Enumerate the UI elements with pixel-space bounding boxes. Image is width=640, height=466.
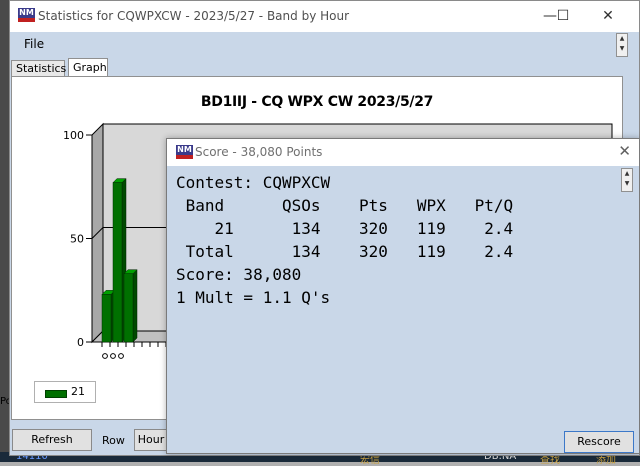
menu-bar: File ▲ ▼ [10, 32, 639, 57]
chart-legend: 21 [34, 381, 96, 403]
score-titlebar[interactable]: NM Score - 38,080 Points ✕ [167, 139, 639, 166]
bar-side-2 [132, 269, 138, 343]
refresh-button[interactable]: Refresh [12, 429, 92, 451]
app-logo-icon: NM [18, 8, 35, 22]
close-button[interactable]: ✕ [593, 5, 623, 27]
score-summary: Contest: CQWPXCW Band QSOs Pts WPX Pt/Q … [176, 171, 513, 309]
maximize-button[interactable]: ☐ [548, 5, 578, 27]
legend-swatch-21 [45, 390, 67, 398]
y-tick-label-0: 0 [77, 336, 84, 349]
score-window-title: Score - 38,080 Points [195, 145, 323, 159]
bar-2 [123, 273, 134, 343]
statistics-titlebar[interactable]: NM Statistics for CQWPXCW - 2023/5/27 - … [10, 1, 639, 32]
menu-scroll-spinner[interactable]: ▲ ▼ [616, 33, 628, 57]
score-row-total: Total 134 320 119 2.4 [176, 242, 514, 261]
score-app-logo-icon: NM [176, 145, 193, 159]
score-window: NM Score - 38,080 Points ✕ ▲ ▼ Contest: C… [166, 138, 640, 454]
x-tick-label-2 [118, 353, 124, 359]
x-tick-label-0 [102, 353, 108, 359]
bar-1 [112, 182, 123, 343]
mult-line: 1 Mult = 1.1 Q's [176, 288, 331, 307]
row-label: Row [102, 434, 125, 447]
legend-label-21: 21 [71, 385, 85, 398]
score-table-header: Band QSOs Pts WPX Pt/Q [176, 196, 514, 215]
score-close-button[interactable]: ✕ [618, 142, 631, 160]
x-tick-label-1 [110, 353, 116, 359]
tab-graph[interactable]: Graph [68, 58, 108, 76]
rescore-button[interactable]: Rescore [564, 431, 634, 453]
score-line: Score: 38,080 [176, 265, 302, 284]
score-scroll-spinner[interactable]: ▲ ▼ [621, 168, 633, 192]
y-tick-label-100: 100 [63, 129, 84, 142]
menu-file[interactable]: File [24, 37, 44, 51]
window-title: Statistics for CQWPXCW - 2023/5/27 - Ban… [38, 9, 350, 23]
hour-dropdown[interactable]: Hour [134, 429, 168, 451]
score-row-21: 21 134 320 119 2.4 [176, 219, 514, 238]
contest-line: Contest: CQWPXCW [176, 173, 331, 192]
tab-statistics[interactable]: Statistics [11, 60, 66, 76]
bar-0 [101, 294, 112, 343]
y-tick-label-50: 50 [70, 233, 84, 246]
